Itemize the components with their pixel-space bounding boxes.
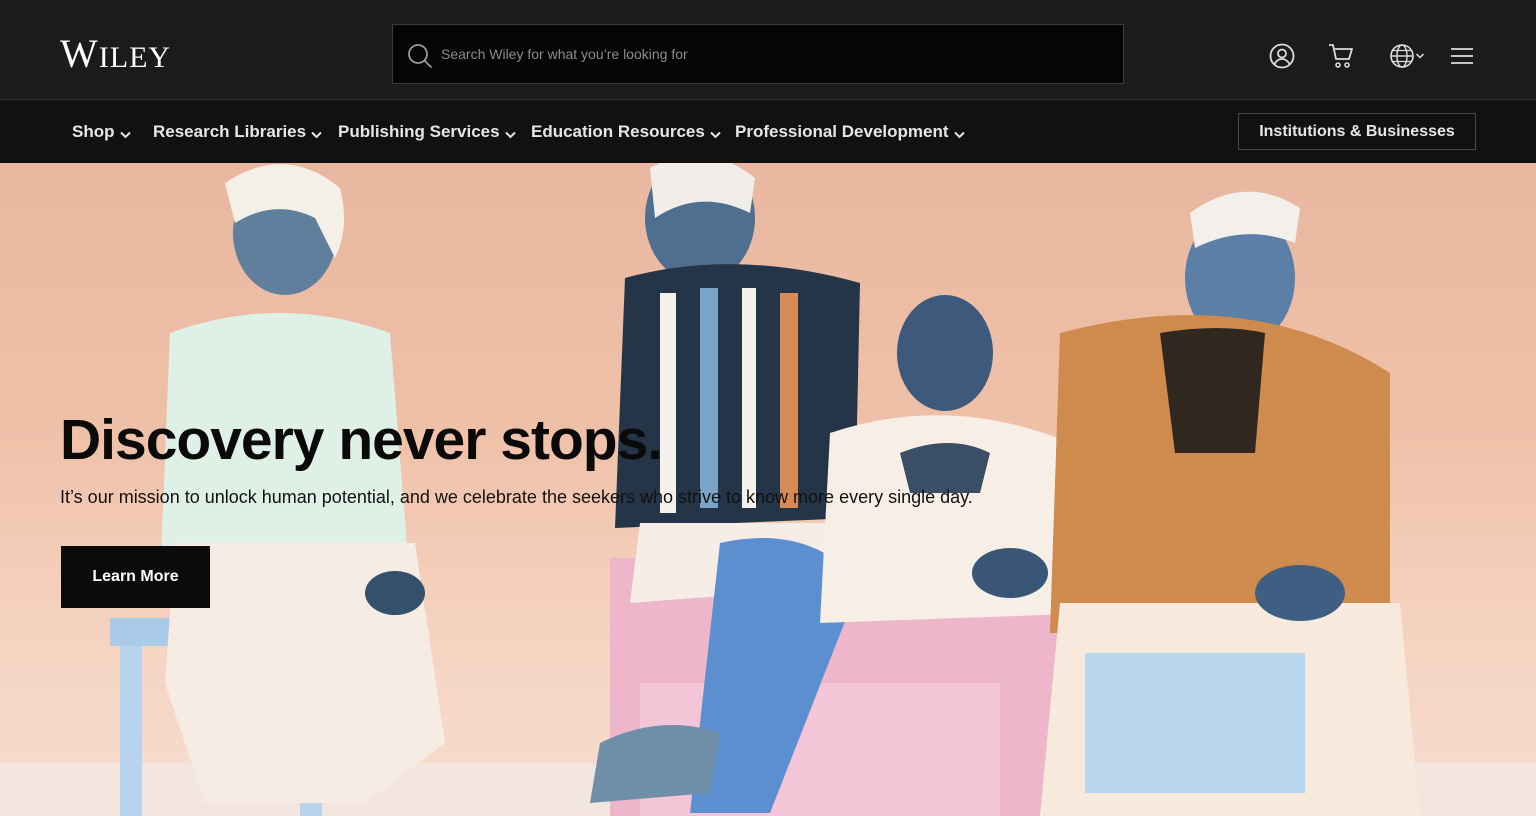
search-icon[interactable] bbox=[407, 43, 433, 69]
chevron-down-icon bbox=[1415, 52, 1425, 60]
menu-icon[interactable] bbox=[1450, 42, 1474, 70]
nav-item-label: Research Libraries bbox=[153, 122, 307, 141]
nav-item-label: Shop bbox=[72, 122, 115, 141]
hero-heading: Discovery never stops. bbox=[60, 408, 663, 472]
chevron-down-icon bbox=[311, 124, 322, 144]
nav-item-shop[interactable]: Shop bbox=[72, 101, 131, 163]
logo-cap: W bbox=[60, 31, 99, 76]
nav-item-label: Professional Development bbox=[735, 122, 949, 141]
search-input[interactable] bbox=[439, 25, 1109, 83]
wiley-logo[interactable]: WILEY bbox=[60, 34, 171, 74]
nav-item-professional-development[interactable]: Professional Development bbox=[735, 101, 965, 163]
language-selector[interactable] bbox=[1388, 42, 1426, 70]
chevron-down-icon bbox=[710, 124, 721, 144]
top-header: WILEY bbox=[0, 0, 1536, 100]
globe-icon bbox=[1389, 43, 1415, 69]
search-box[interactable] bbox=[392, 24, 1124, 84]
nav-item-publishing-services[interactable]: Publishing Services bbox=[338, 101, 516, 163]
hero-banner: Discovery never stops. It’s our mission … bbox=[0, 163, 1536, 816]
cart-icon[interactable] bbox=[1327, 42, 1355, 70]
logo-rest: ILEY bbox=[98, 41, 172, 74]
nav-item-label: Education Resources bbox=[531, 122, 705, 141]
main-nav: Shop Research Libraries Publishing Servi… bbox=[0, 101, 1536, 163]
chevron-down-icon bbox=[119, 124, 131, 144]
hero-subtext: It’s our mission to unlock human potenti… bbox=[60, 487, 973, 507]
nav-item-research-libraries[interactable]: Research Libraries bbox=[153, 101, 322, 163]
nav-item-education-resources[interactable]: Education Resources bbox=[531, 101, 721, 163]
chevron-down-icon bbox=[504, 124, 516, 144]
account-icon[interactable] bbox=[1268, 42, 1296, 70]
learn-more-button[interactable]: Learn More bbox=[61, 546, 210, 608]
institutions-businesses-button[interactable]: Institutions & Businesses bbox=[1238, 113, 1476, 150]
chevron-down-icon bbox=[953, 124, 965, 144]
nav-item-label: Publishing Services bbox=[338, 122, 500, 141]
